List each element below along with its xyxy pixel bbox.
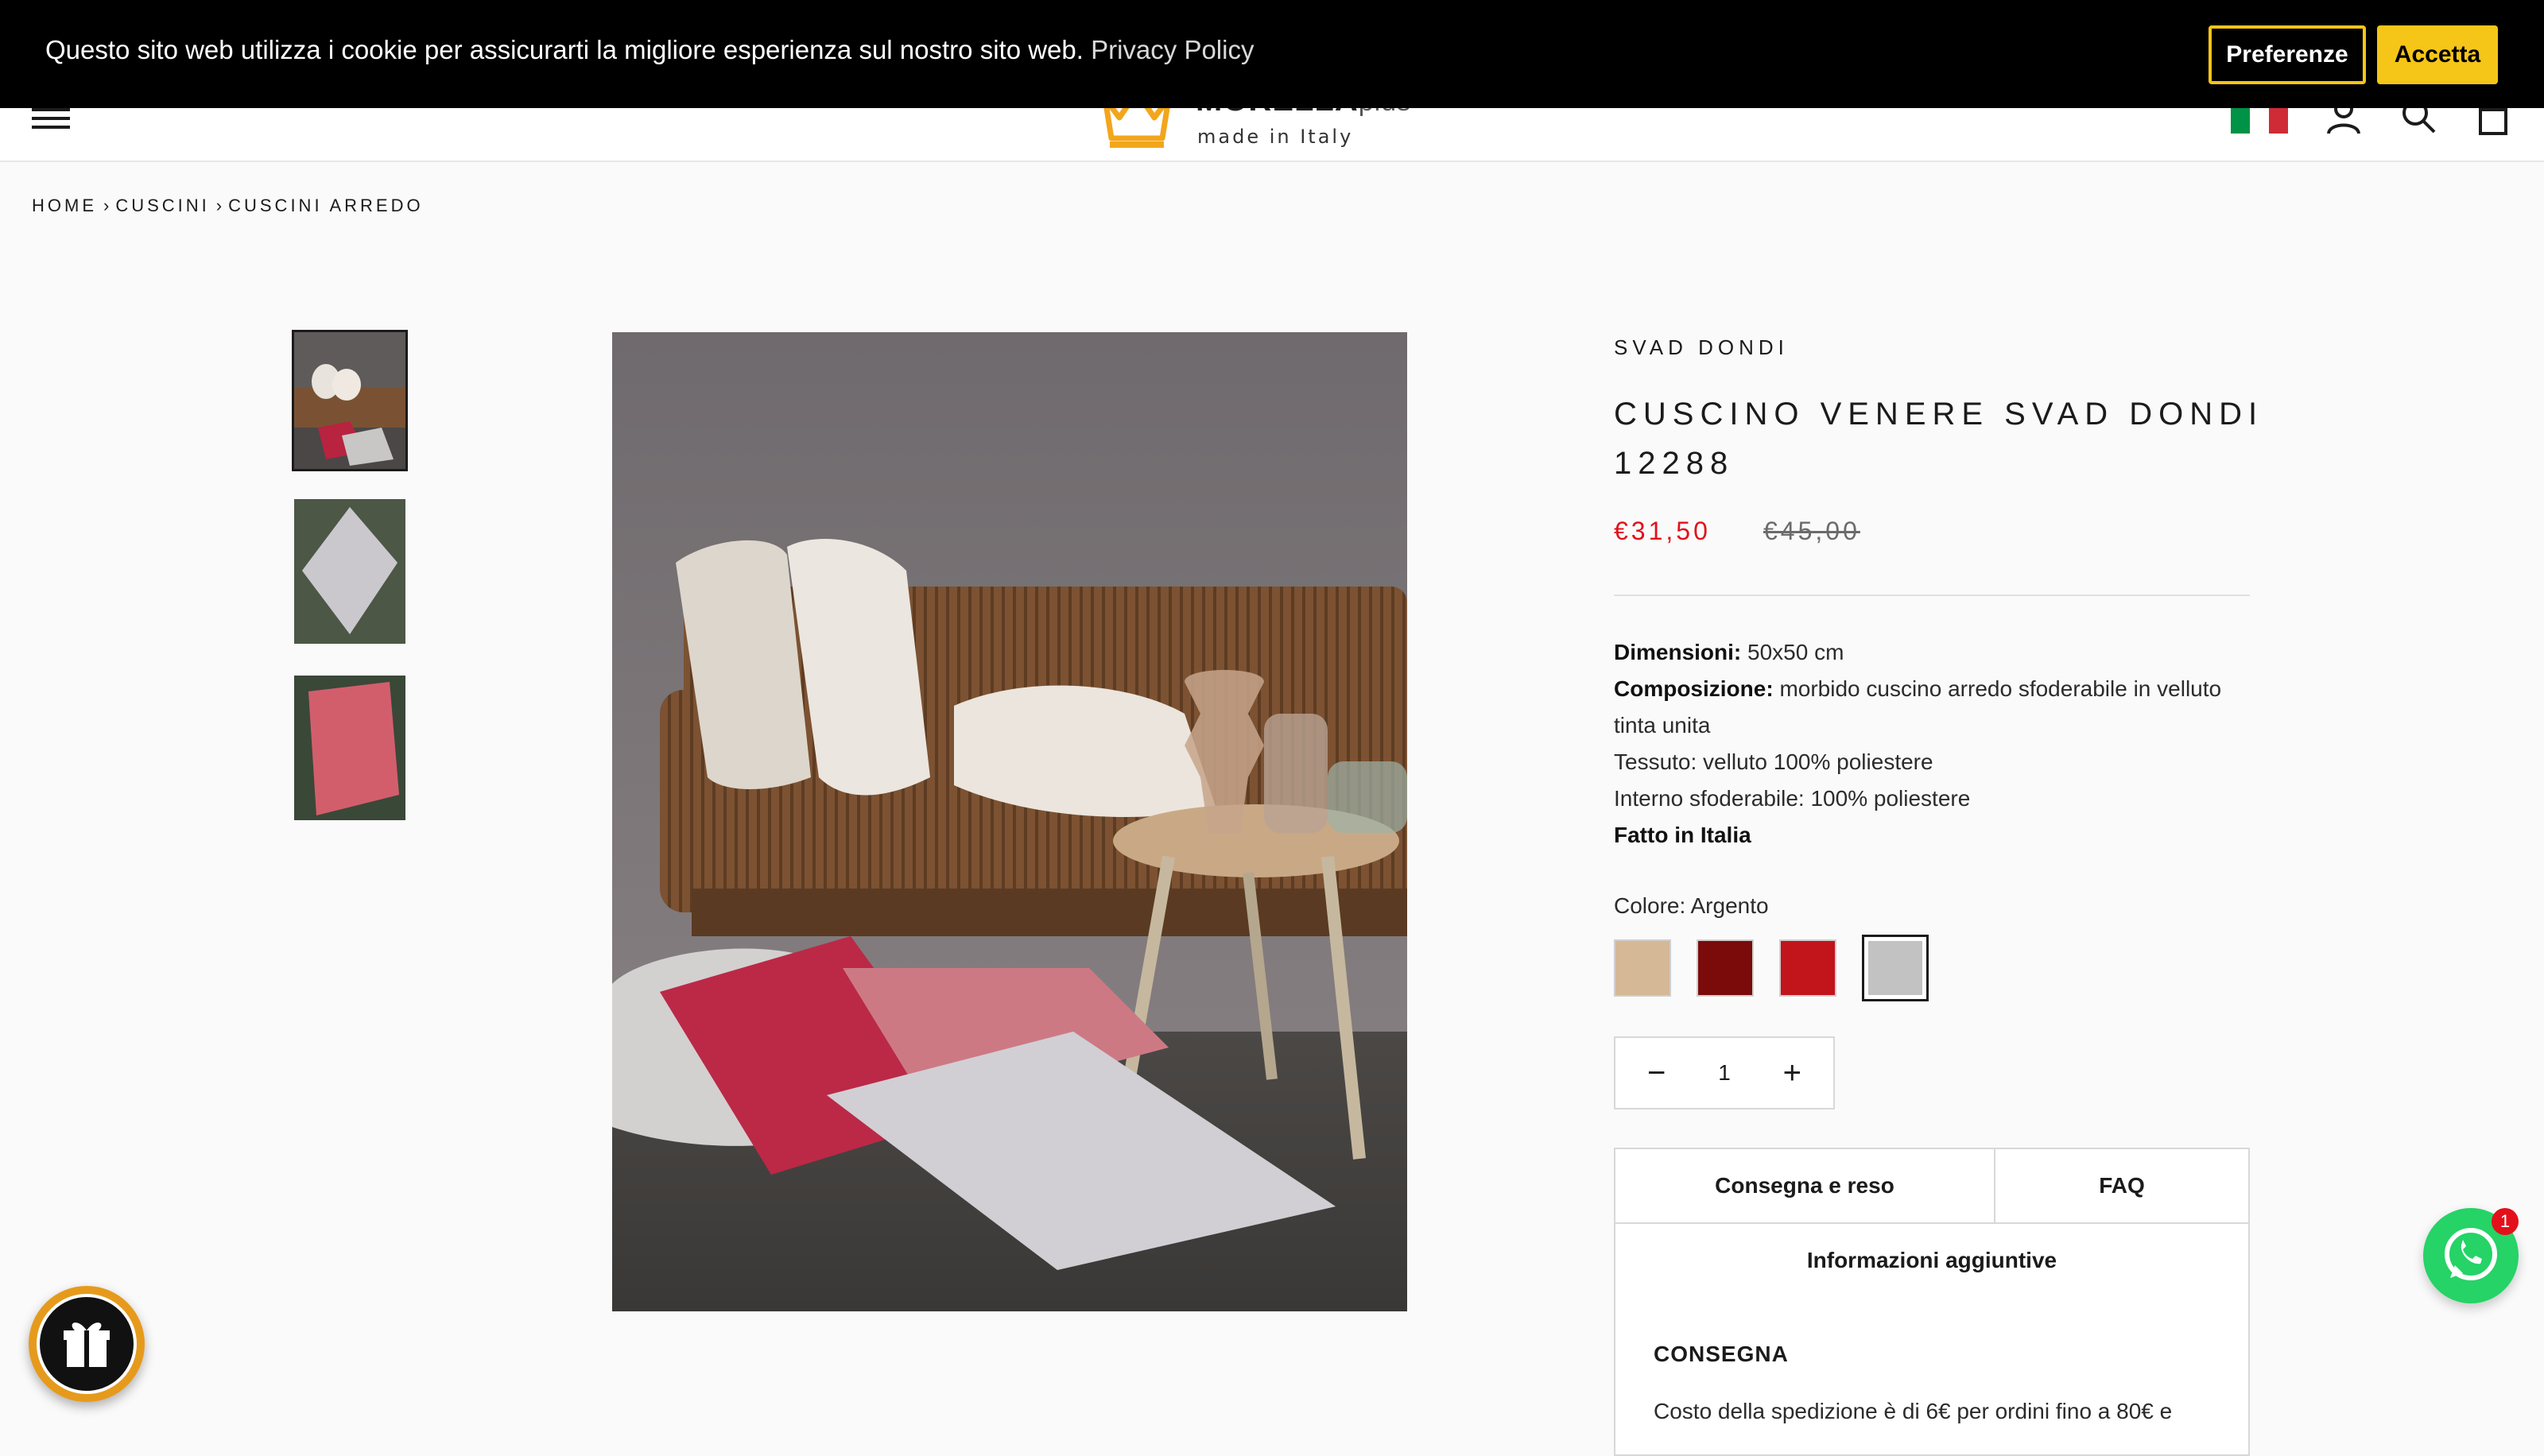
swatch-bordeaux[interactable] [1697,939,1754,997]
breadcrumb-separator: › [215,196,223,215]
desc-fabric: Tessuto: velluto 100% poliestere [1614,749,1933,774]
desc-dimensions: Dimensioni: 50x50 cm [1614,640,1844,664]
product-description: Dimensioni: 50x50 cm Composizione: morbi… [1614,634,2250,854]
thumbnail-2[interactable] [294,499,405,644]
notification-badge: 1 [2492,1208,2519,1235]
swatch-beige[interactable] [1614,939,1671,997]
breadcrumb-cuscini-arredo[interactable]: CUSCINI ARREDO [228,196,423,216]
thumbnail-1[interactable] [292,330,408,471]
minus-icon[interactable]: − [1647,1057,1666,1089]
tab-informazioni-aggiuntive[interactable]: Informazioni aggiuntive [1615,1224,2248,1297]
thumbnail-3[interactable] [294,676,405,820]
color-swatches [1614,935,1929,1001]
cookie-message: Questo sito web utilizza i cookie per as… [45,35,1255,64]
plus-icon[interactable]: + [1783,1057,1801,1089]
product-tabs: Consegna e reso FAQ Informazioni aggiunt… [1614,1148,2250,1299]
swatch-red[interactable] [1779,939,1836,997]
sale-price: €31,50 [1614,517,1711,545]
breadcrumb-home[interactable]: HOME [32,196,97,216]
breadcrumb: HOME › CUSCINI › CUSCINI ARREDO [32,196,424,216]
original-price: €45,00 [1763,517,1860,545]
cookie-accept-button[interactable]: Accetta [2377,25,2498,84]
menu-icon[interactable] [32,108,70,129]
divider [1614,594,2250,596]
swatch-argento[interactable] [1862,935,1929,1001]
breadcrumb-cuscini[interactable]: CUSCINI [115,196,209,216]
tab-faq[interactable]: FAQ [1995,1149,2248,1222]
quantity-value[interactable]: 1 [1718,1060,1731,1086]
privacy-policy-link[interactable]: Privacy Policy [1091,35,1254,64]
gift-button[interactable] [29,1286,145,1402]
product-brand[interactable]: SVAD DONDI [1614,335,1789,360]
panel-title: CONSEGNA [1654,1342,1789,1366]
product-main-image[interactable] [612,332,1407,1311]
cookie-preferences-button[interactable]: Preferenze [2209,25,2366,84]
product-title: CUSCINO VENERE SVAD DONDI 12288 [1614,397,2264,481]
breadcrumb-separator: › [103,196,110,215]
tab-panel: CONSEGNA Costo della spedizione è di 6€ … [1614,1297,2250,1456]
quantity-stepper: − 1 + [1614,1036,1835,1109]
gift-icon [37,1294,137,1394]
desc-inner: Interno sfoderabile: 100% poliestere [1614,786,1971,811]
tab-consegna-e-reso[interactable]: Consegna e reso [1615,1149,1995,1222]
cookie-banner: Questo sito web utilizza i cookie per as… [0,0,2544,108]
logo-tagline: made in Italy [1197,126,1354,148]
color-label: Colore: Argento [1614,893,1769,918]
desc-made-in-italy: Fatto in Italia [1614,823,1751,847]
desc-composition: Composizione: morbido cuscino arredo sfo… [1614,676,2222,738]
panel-text: Costo della spedizione è di 6€ per ordin… [1654,1399,2173,1423]
